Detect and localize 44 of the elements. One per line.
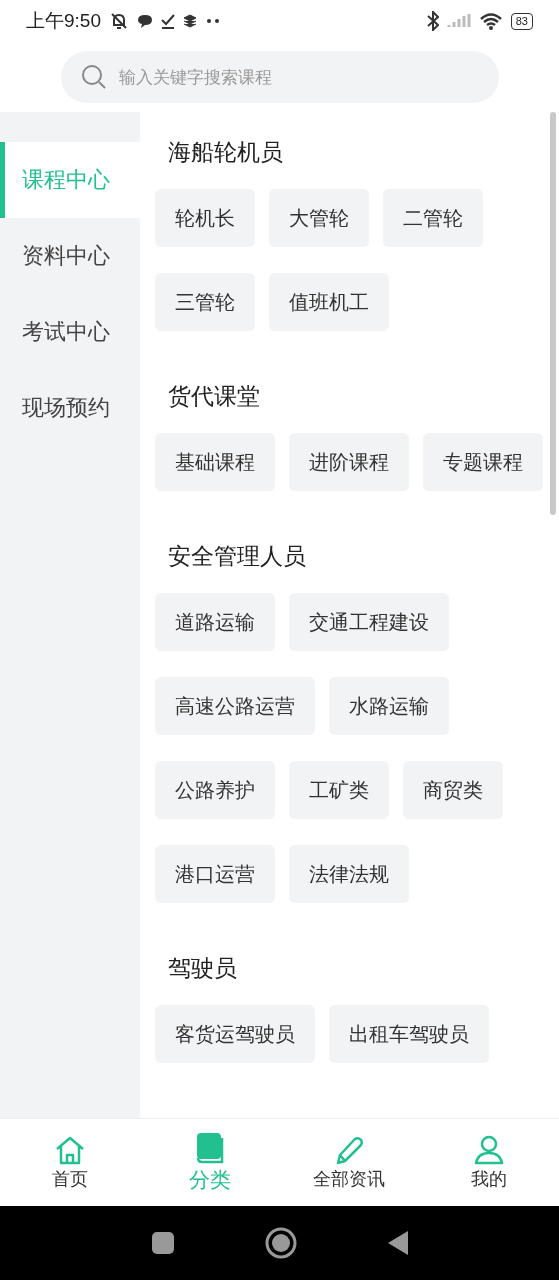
category-chip[interactable]: 工矿类 bbox=[289, 761, 389, 819]
recents-icon[interactable] bbox=[150, 1231, 175, 1255]
back-icon[interactable] bbox=[386, 1230, 409, 1256]
home-button-icon[interactable] bbox=[264, 1227, 297, 1259]
category-chip[interactable]: 三管轮 bbox=[155, 273, 255, 331]
layers-icon bbox=[183, 14, 197, 28]
sidebar-item[interactable]: 现场预约 bbox=[0, 370, 140, 446]
signal-icon bbox=[446, 13, 471, 29]
category-chip[interactable]: 公路养护 bbox=[155, 761, 275, 819]
search-field[interactable]: 输入关键字搜索课程 bbox=[60, 51, 499, 103]
nav-tab[interactable]: 全部资讯 bbox=[279, 1119, 420, 1206]
section-title: 驾驶员 bbox=[168, 954, 238, 983]
wifi-icon bbox=[478, 12, 503, 30]
bluetooth-icon bbox=[426, 11, 439, 31]
category-chip[interactable]: 交通工程建设 bbox=[289, 593, 449, 651]
chat-icon bbox=[137, 13, 153, 29]
nav-tab[interactable]: 我的 bbox=[419, 1119, 559, 1206]
category-chip[interactable]: 大管轮 bbox=[269, 189, 369, 247]
category-chip[interactable]: 客货运驾驶员 bbox=[155, 1005, 315, 1063]
muted-bell-icon bbox=[109, 11, 129, 31]
section-title: 海船轮机员 bbox=[168, 138, 284, 167]
category-chip[interactable]: 专题课程 bbox=[423, 433, 543, 491]
category-chip[interactable]: 二管轮 bbox=[383, 189, 483, 247]
section-title: 货代课堂 bbox=[168, 382, 261, 411]
category-chip[interactable]: 水路运输 bbox=[329, 677, 449, 735]
nav-tab[interactable]: 首页 bbox=[0, 1119, 140, 1206]
sidebar-item[interactable]: 考试中心 bbox=[0, 294, 140, 370]
category-chip[interactable]: 进阶课程 bbox=[289, 433, 409, 491]
category-chip[interactable]: 值班机工 bbox=[269, 273, 389, 331]
category-chip[interactable]: 高速公路运营 bbox=[155, 677, 315, 735]
battery-level: 83 bbox=[510, 12, 533, 30]
category-chip[interactable]: 法律法规 bbox=[289, 845, 409, 903]
more-icon bbox=[205, 18, 221, 24]
category-chip[interactable]: 港口运营 bbox=[155, 845, 275, 903]
category-chip[interactable]: 轮机长 bbox=[155, 189, 255, 247]
category-chip[interactable]: 基础课程 bbox=[155, 433, 275, 491]
category-chip[interactable]: 出租车驾驶员 bbox=[329, 1005, 489, 1063]
category-chip[interactable]: 道路运输 bbox=[155, 593, 275, 651]
download-icon bbox=[161, 13, 175, 29]
status-time: 上午9:50 bbox=[26, 9, 101, 33]
section-title: 安全管理人员 bbox=[168, 542, 307, 571]
user-icon bbox=[473, 1134, 506, 1165]
sidebar-item[interactable]: 资料中心 bbox=[0, 218, 140, 294]
category-chip[interactable]: 商贸类 bbox=[403, 761, 503, 819]
